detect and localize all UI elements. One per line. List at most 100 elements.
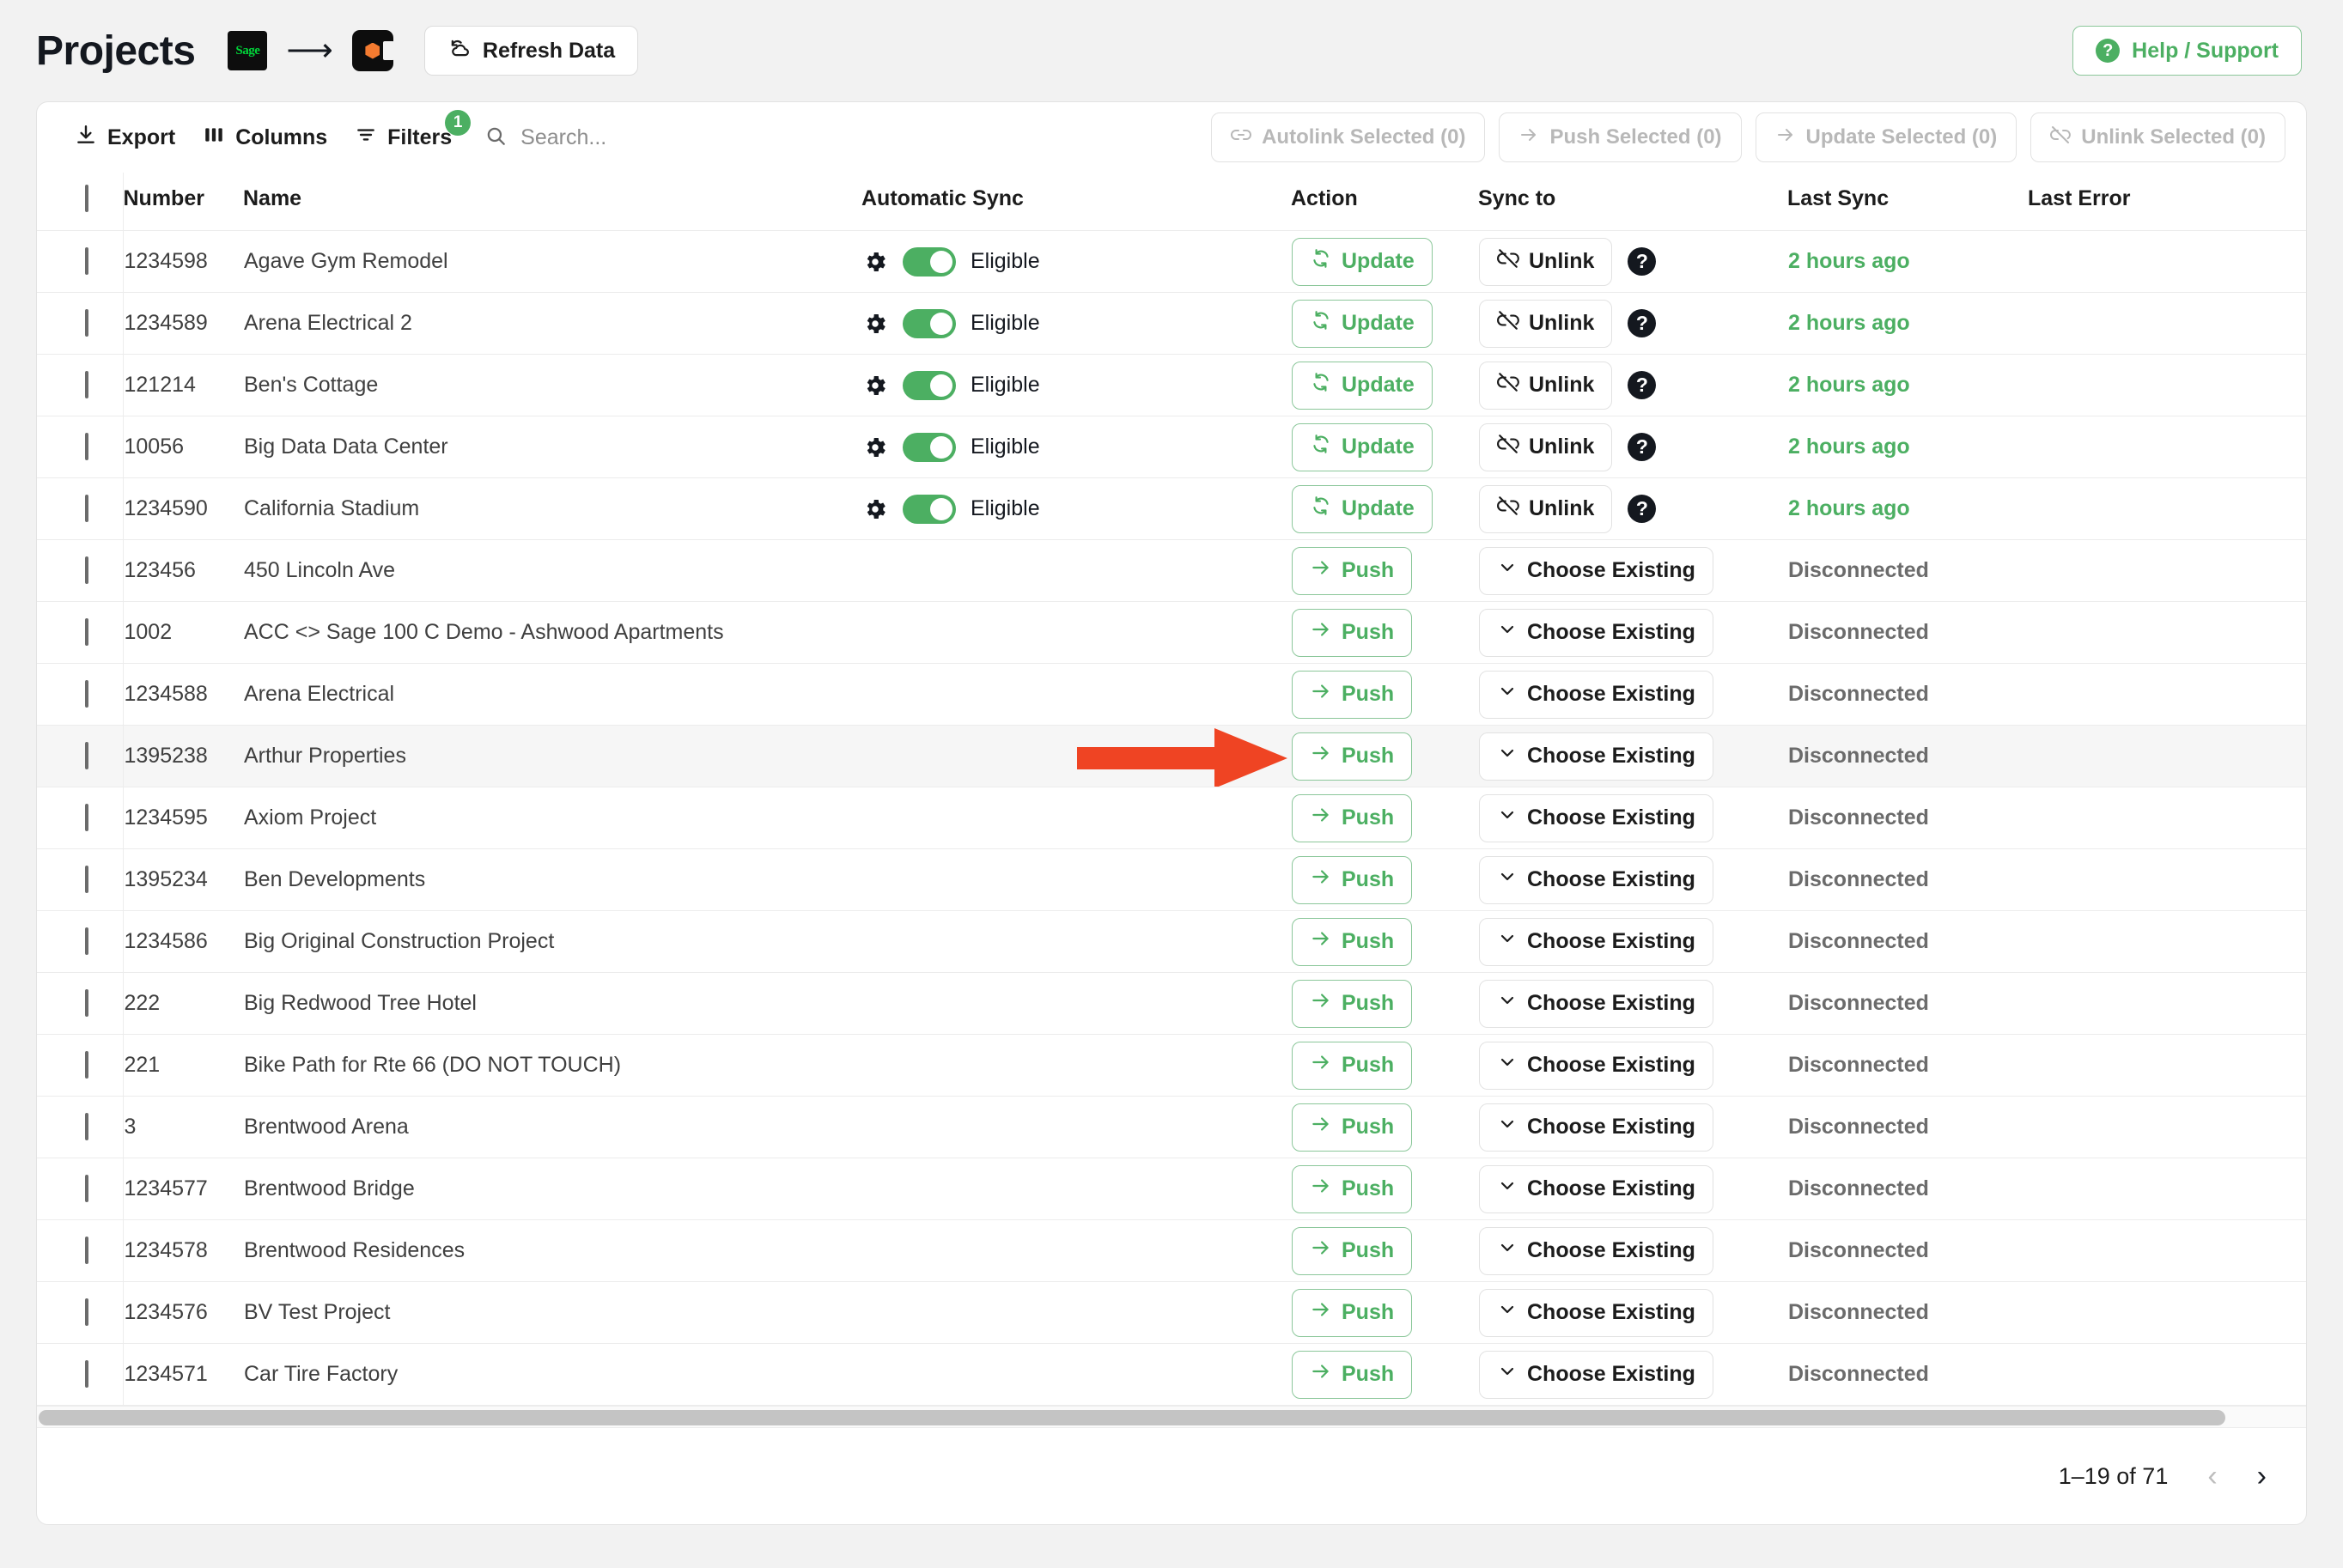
table-row[interactable]: 1234595 Axiom Project Push Choose Existing D… <box>37 787 2306 849</box>
push-button[interactable]: Push <box>1292 1041 1413 1090</box>
table-row[interactable]: 1234589 Arena Electrical 2 Eligible Update U… <box>37 292 2306 355</box>
update-button[interactable]: Update <box>1292 422 1433 471</box>
choose-existing-dropdown[interactable]: Choose Existing <box>1479 979 1713 1028</box>
unlink-button[interactable]: Unlink <box>1479 422 1613 471</box>
column-header-last-error[interactable]: Last Error <box>2028 173 2306 231</box>
search-field[interactable] <box>484 124 743 151</box>
row-checkbox[interactable] <box>85 1113 88 1140</box>
push-button[interactable]: Push <box>1292 1350 1413 1399</box>
push-button[interactable]: Push <box>1292 917 1413 966</box>
choose-existing-dropdown[interactable]: Choose Existing <box>1479 1041 1713 1090</box>
row-checkbox[interactable] <box>85 495 88 522</box>
push-button[interactable]: Push <box>1292 979 1413 1028</box>
choose-existing-dropdown[interactable]: Choose Existing <box>1479 1350 1713 1399</box>
push-button[interactable]: Push <box>1292 1226 1413 1275</box>
row-checkbox[interactable] <box>85 927 88 955</box>
update-button[interactable]: Update <box>1292 299 1433 348</box>
push-button[interactable]: Push <box>1292 793 1413 842</box>
table-row[interactable]: 1395238 Arthur Properties Push Choose Exist… <box>37 725 2306 787</box>
sync-help-icon[interactable]: ? <box>1628 371 1657 399</box>
column-header-sync-to[interactable]: Sync to <box>1478 173 1787 231</box>
choose-existing-dropdown[interactable]: Choose Existing <box>1479 732 1713 781</box>
choose-existing-dropdown[interactable]: Choose Existing <box>1479 670 1713 719</box>
row-checkbox[interactable] <box>85 1051 88 1079</box>
choose-existing-dropdown[interactable]: Choose Existing <box>1479 1103 1713 1152</box>
table-row[interactable]: 3 Brentwood Arena Push Choose Existing Disco… <box>37 1096 2306 1158</box>
table-row[interactable]: 1395234 Ben Developments Push Choose Existi… <box>37 848 2306 911</box>
unlink-selected-button[interactable]: Unlink Selected (0) <box>2030 112 2285 162</box>
sync-settings-gear-icon[interactable] <box>862 373 888 398</box>
column-header-last-sync[interactable]: Last Sync <box>1787 173 2028 231</box>
help-support-button[interactable]: ? Help / Support <box>2072 26 2302 76</box>
update-button[interactable]: Update <box>1292 237 1433 286</box>
sync-help-icon[interactable]: ? <box>1628 433 1657 461</box>
choose-existing-dropdown[interactable]: Choose Existing <box>1479 793 1713 842</box>
row-checkbox[interactable] <box>85 804 88 831</box>
row-checkbox[interactable] <box>85 247 88 275</box>
columns-button[interactable]: Columns <box>189 117 341 159</box>
unlink-button[interactable]: Unlink <box>1479 361 1613 410</box>
push-button[interactable]: Push <box>1292 732 1413 781</box>
row-checkbox[interactable] <box>85 309 88 337</box>
automatic-sync-toggle[interactable] <box>903 494 956 524</box>
push-button[interactable]: Push <box>1292 1164 1413 1213</box>
sync-help-icon[interactable]: ? <box>1628 247 1657 276</box>
choose-existing-dropdown[interactable]: Choose Existing <box>1479 546 1713 595</box>
automatic-sync-toggle[interactable] <box>903 370 956 400</box>
choose-existing-dropdown[interactable]: Choose Existing <box>1479 608 1713 657</box>
table-row[interactable]: 1234578 Brentwood Residences Push Choose Ex… <box>37 1219 2306 1282</box>
push-button[interactable]: Push <box>1292 670 1413 719</box>
table-row[interactable]: 1234577 Brentwood Bridge Push Choose Existi… <box>37 1158 2306 1220</box>
table-row[interactable]: 1234588 Arena Electrical Push Choose Existi… <box>37 663 2306 726</box>
row-checkbox[interactable] <box>85 742 88 769</box>
sync-help-icon[interactable]: ? <box>1628 309 1657 337</box>
automatic-sync-toggle[interactable] <box>903 432 956 462</box>
table-row[interactable]: 221 Bike Path for Rte 66 (DO NOT TOUCH) Pu… <box>37 1034 2306 1097</box>
chevron-right-icon[interactable]: › <box>2257 1462 2267 1491</box>
table-row[interactable]: 1234598 Agave Gym Remodel Eligible Update Un… <box>37 230 2306 293</box>
push-button[interactable]: Push <box>1292 1288 1413 1337</box>
table-row[interactable]: 222 Big Redwood Tree Hotel Push Choose Exis… <box>37 972 2306 1035</box>
column-header-name[interactable]: Name <box>243 173 861 231</box>
sync-settings-gear-icon[interactable] <box>862 496 888 522</box>
row-checkbox[interactable] <box>85 433 88 460</box>
table-row[interactable]: 1234576 BV Test Project Push Choose Existin… <box>37 1281 2306 1344</box>
row-checkbox[interactable] <box>85 1237 88 1264</box>
column-header-action[interactable]: Action <box>1291 173 1478 231</box>
unlink-button[interactable]: Unlink <box>1479 299 1613 348</box>
search-input[interactable] <box>519 124 743 151</box>
table-row[interactable]: 123456 450 Lincoln Ave Push Choose Existing… <box>37 539 2306 602</box>
update-button[interactable]: Update <box>1292 484 1433 533</box>
chevron-left-icon[interactable]: ‹ <box>2207 1462 2217 1491</box>
sync-settings-gear-icon[interactable] <box>862 435 888 460</box>
horizontal-scrollbar-track[interactable] <box>37 1406 2306 1428</box>
choose-existing-dropdown[interactable]: Choose Existing <box>1479 1164 1713 1213</box>
update-selected-button[interactable]: Update Selected (0) <box>1755 112 2017 162</box>
row-checkbox[interactable] <box>85 1360 88 1388</box>
column-header-number[interactable]: Number <box>123 173 243 231</box>
automatic-sync-toggle[interactable] <box>903 246 956 277</box>
table-row[interactable]: 1234586 Big Original Construction Project… <box>37 910 2306 973</box>
row-checkbox[interactable] <box>85 989 88 1017</box>
row-checkbox[interactable] <box>85 1175 88 1202</box>
push-button[interactable]: Push <box>1292 546 1413 595</box>
row-checkbox[interactable] <box>85 680 88 708</box>
choose-existing-dropdown[interactable]: Choose Existing <box>1479 855 1713 904</box>
sync-settings-gear-icon[interactable] <box>862 311 888 337</box>
refresh-data-button[interactable]: Refresh Data <box>423 26 639 76</box>
sync-settings-gear-icon[interactable] <box>862 249 888 275</box>
autolink-selected-button[interactable]: Autolink Selected (0) <box>1211 112 1486 162</box>
automatic-sync-toggle[interactable] <box>903 308 956 338</box>
unlink-button[interactable]: Unlink <box>1479 484 1613 533</box>
select-all-checkbox[interactable] <box>85 185 88 212</box>
update-button[interactable]: Update <box>1292 361 1433 410</box>
sync-help-icon[interactable]: ? <box>1628 495 1657 523</box>
row-checkbox[interactable] <box>85 866 88 893</box>
row-checkbox[interactable] <box>85 1298 88 1326</box>
table-row[interactable]: 10056 Big Data Data Center Eligible Update U… <box>37 416 2306 478</box>
row-checkbox[interactable] <box>85 371 88 398</box>
row-checkbox[interactable] <box>85 556 88 584</box>
table-row[interactable]: 1002 ACC <> Sage 100 C Demo - Ashwood Apa… <box>37 601 2306 664</box>
table-row[interactable]: 1234571 Car Tire Factory Push Choose Existi… <box>37 1343 2306 1406</box>
push-button[interactable]: Push <box>1292 855 1413 904</box>
